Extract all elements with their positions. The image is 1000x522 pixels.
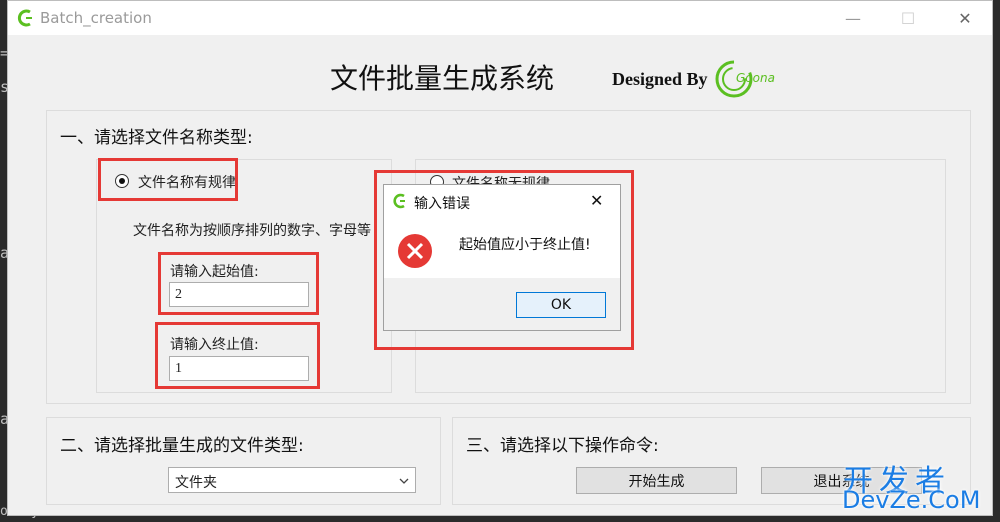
goona-logo: Goona xyxy=(714,59,794,99)
highlight-box xyxy=(98,158,238,201)
section2-title: 二、请选择批量生成的文件类型: xyxy=(60,436,304,456)
goona-logo-text: Goona xyxy=(736,71,775,85)
highlight-box xyxy=(155,322,320,389)
file-type-select[interactable]: 文件夹 xyxy=(168,467,416,493)
app-logo-icon xyxy=(17,9,32,27)
minimize-button[interactable]: — xyxy=(830,1,876,35)
close-button[interactable]: ✕ xyxy=(942,1,988,35)
section1-title: 一、请选择文件名称类型: xyxy=(60,128,253,148)
watermark-line2: DevZe.CoM xyxy=(842,486,981,514)
window-title: Batch_creation xyxy=(40,9,152,27)
close-icon: ✕ xyxy=(958,8,972,28)
designed-by-label: Designed By xyxy=(612,69,708,89)
description-text: 文件名称为按顺序排列的数字、字母等 xyxy=(133,223,371,239)
page-title: 文件批量生成系统 xyxy=(330,62,555,95)
chevron-down-icon xyxy=(399,478,409,484)
maximize-button[interactable]: ☐ xyxy=(885,1,931,35)
highlight-box xyxy=(374,170,634,350)
start-generate-button[interactable]: 开始生成 xyxy=(576,467,737,494)
title-bar[interactable]: Batch_creation — ☐ ✕ xyxy=(8,1,992,35)
highlight-box xyxy=(158,252,319,315)
file-type-selected: 文件夹 xyxy=(175,475,217,491)
section3-title: 三、请选择以下操作命令: xyxy=(466,436,659,456)
maximize-icon: ☐ xyxy=(900,8,916,28)
minimize-icon: — xyxy=(845,8,861,28)
